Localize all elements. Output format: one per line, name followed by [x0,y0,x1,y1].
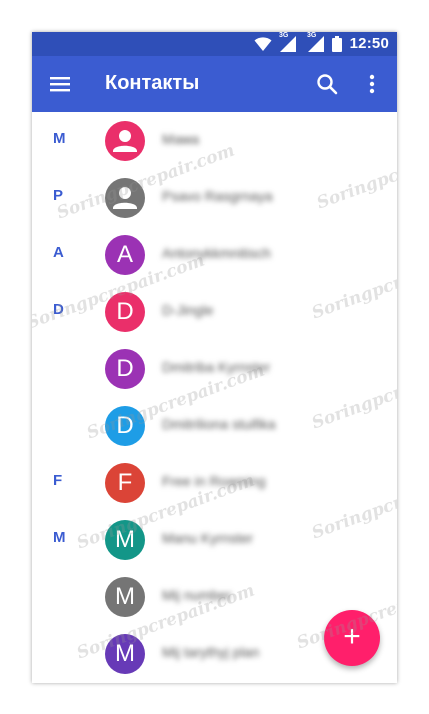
contact-row[interactable]: F F Free in Roaming [32,454,397,511]
contact-name: Mij tarythyj plan [162,644,260,660]
contact-name: Free in Roaming [162,473,266,489]
avatar-initial: M [115,640,135,667]
app-title: Контакты [105,72,200,94]
avatar-initial: D [116,412,134,439]
add-icon: + [343,620,361,653]
avatar-initial: F [117,469,133,496]
contact-name: Antonykkmnitisch [162,245,271,261]
signal-icon [280,36,296,52]
contact-name: Psavo Rasgrnaya [162,188,273,204]
search-icon[interactable] [316,73,338,95]
avatar-initial: M [115,583,135,610]
avatar-initial: A [116,241,133,268]
contact-name: D-Jingle [162,302,214,318]
avatar [105,121,145,161]
more-vert-icon[interactable] [365,73,379,95]
section-letter: M [53,529,66,546]
avatar: D [105,406,145,446]
battery-icon [332,36,342,52]
contact-name: Dmitriba Kyrnster [162,359,271,375]
avatar: D [105,292,145,332]
contact-row[interactable]: M Мама [32,112,397,169]
contact-row[interactable]: M M Manu Kyrnster [32,511,397,568]
avatar: M [105,577,145,617]
status-bar: 3G 3G 12:50 [32,32,397,56]
section-letter: A [53,244,64,261]
phone-screen: 3G 3G 12:50 Контакты M Мама P Psavo Rasg… [32,32,397,683]
section-letter: P [53,187,64,204]
avatar: M [105,520,145,560]
contact-row[interactable]: A A Antonykkmnitisch [32,226,397,283]
contact-name: Mij number [162,587,232,603]
status-time: 12:50 [349,35,389,52]
person-icon [113,130,137,152]
avatar: M [105,634,145,674]
contact-list: M Мама P Psavo Rasgrnaya A A Antonykkmnitisch D… [32,112,397,683]
contact-name: Dmitriliona stuifika [162,416,276,432]
contact-name: Manu Kyrnster [162,530,254,546]
section-letter: M [53,130,66,147]
contact-row[interactable]: D Dmitriba Kyrnster [32,340,397,397]
section-letter: D [53,301,64,318]
contact-name: Мама [162,131,200,147]
person-icon [113,187,137,209]
add-contact-button[interactable]: + [324,610,380,666]
avatar-initial: D [116,298,134,325]
avatar-initial: D [116,355,134,382]
contact-row[interactable]: D D D-Jingle [32,283,397,340]
avatar-initial: M [115,526,135,553]
section-letter: F [53,472,63,489]
avatar: F [105,463,145,503]
contact-row[interactable]: D Dmitriliona stuifika [32,397,397,454]
avatar: A [105,235,145,275]
menu-icon[interactable] [50,75,70,93]
avatar [105,178,145,218]
wifi-icon [254,37,272,51]
avatar: D [105,349,145,389]
contact-row[interactable]: P Psavo Rasgrnaya [32,169,397,226]
signal-icon [308,36,324,52]
app-bar: Контакты [32,56,397,112]
